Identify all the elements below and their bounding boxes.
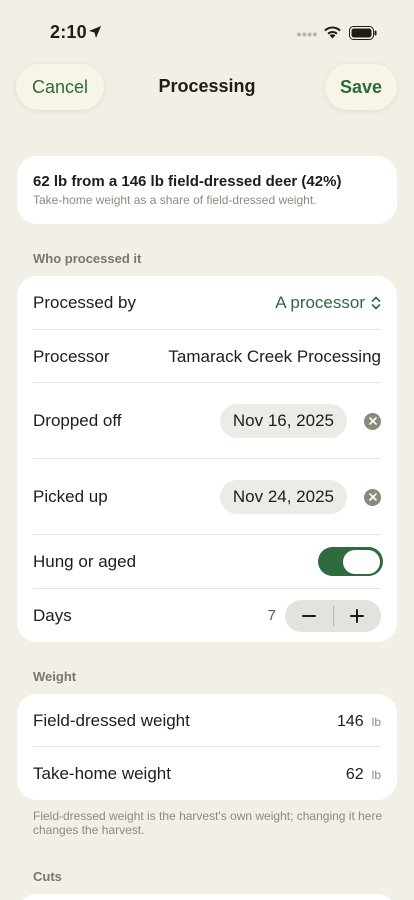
take-home-label: Take-home weight	[33, 763, 171, 783]
processed-by-row[interactable]: Processed by A processor	[33, 276, 381, 330]
unit-label: lb	[371, 767, 381, 782]
dropped-off-row: Dropped off Nov 16, 2025	[33, 383, 381, 459]
summary-card: 62 lb from a 146 lb field-dressed deer (…	[17, 156, 397, 224]
close-icon	[368, 417, 377, 425]
weight-footnote: Field-dressed weight is the harvest's ow…	[33, 809, 383, 837]
close-icon	[368, 493, 377, 501]
minus-icon	[301, 614, 316, 617]
dropped-off-date-picker[interactable]: Nov 16, 2025	[219, 404, 347, 438]
section-header-who: Who processed it	[33, 251, 142, 266]
clear-picked-up-button[interactable]	[364, 488, 381, 506]
days-label: Days	[33, 605, 72, 625]
increment-button[interactable]	[334, 600, 382, 632]
signal-dots-icon	[297, 32, 317, 37]
days-row: Days 7	[33, 589, 381, 642]
field-dressed-input[interactable]: 146	[337, 713, 364, 730]
processed-by-label: Processed by	[33, 293, 136, 312]
section-header-cuts: Cuts	[33, 869, 62, 884]
decrement-button[interactable]	[285, 600, 333, 632]
processed-by-picker[interactable]: A processor	[275, 293, 381, 313]
take-home-input[interactable]: 62	[346, 766, 364, 783]
hung-label: Hung or aged	[33, 551, 137, 571]
processed-by-value: A processor	[275, 293, 365, 312]
dropped-off-label: Dropped off	[33, 411, 122, 430]
weight-card: Field-dressed weight 146 lb Take-home wei…	[17, 694, 397, 800]
summary-title: 62 lb from a 146 lb field-dressed deer (…	[33, 173, 342, 190]
summary-subtitle: Take-home weight as a share of field-dre…	[33, 193, 317, 207]
clear-dropped-off-button[interactable]	[364, 412, 381, 430]
wifi-icon	[324, 26, 341, 39]
battery-icon	[349, 26, 377, 40]
hung-row: Hung or aged	[33, 535, 383, 588]
field-dressed-label: Field-dressed weight	[33, 710, 190, 730]
section-header-weight: Weight	[33, 669, 77, 684]
location-arrow-icon	[89, 26, 101, 38]
picked-up-label: Picked up	[33, 487, 108, 506]
processing-card: Processed by A processor Processor Tamar…	[17, 276, 397, 642]
chevron-up-down-icon	[371, 296, 381, 310]
picked-up-date-picker[interactable]: Nov 24, 2025	[219, 480, 347, 514]
days-stepper[interactable]	[285, 599, 382, 632]
field-dressed-row[interactable]: Field-dressed weight 146 lb	[33, 694, 381, 747]
unit-label: lb	[371, 714, 381, 729]
hung-toggle[interactable]	[318, 547, 383, 576]
plus-icon	[350, 608, 365, 623]
toggle-knob	[343, 549, 380, 574]
picked-up-row: Picked up Nov 24, 2025	[33, 459, 381, 535]
processor-row[interactable]: Processor Tamarack Creek Processing	[33, 330, 381, 383]
cuts-card	[17, 894, 397, 900]
processor-label: Processor	[33, 346, 110, 366]
save-button[interactable]: Save	[325, 64, 397, 110]
processor-field[interactable]: Tamarack Creek Processing	[168, 347, 381, 367]
take-home-row[interactable]: Take-home weight 62 lb	[33, 747, 381, 800]
days-value: 7	[267, 607, 276, 624]
status-time: 2:10	[50, 22, 87, 42]
status-bar: 2:10	[0, 0, 414, 64]
